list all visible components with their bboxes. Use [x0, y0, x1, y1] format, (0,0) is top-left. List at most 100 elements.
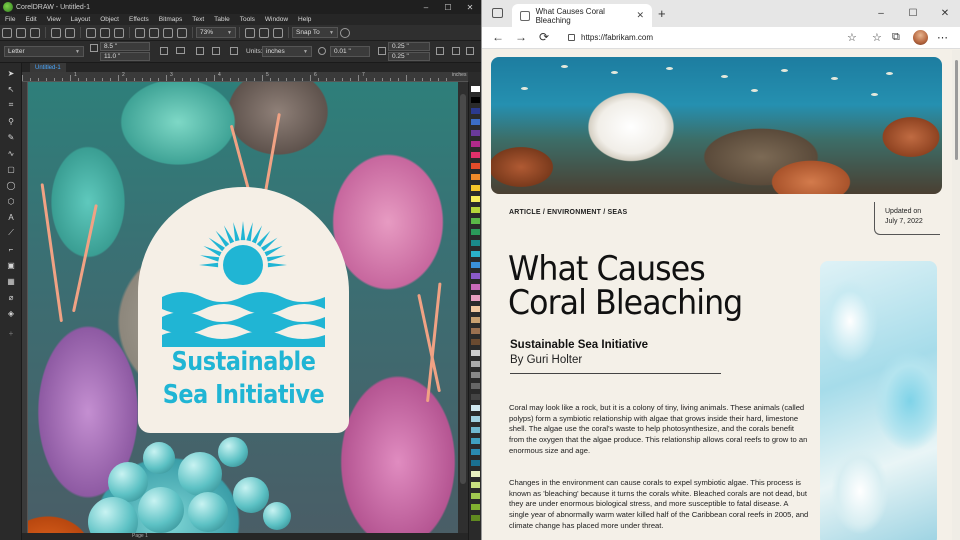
palette-swatch[interactable] — [471, 174, 480, 180]
palette-swatch[interactable] — [471, 471, 480, 477]
parallel-dimension-tool-icon[interactable]: ⟋ — [5, 227, 17, 239]
print-icon[interactable] — [86, 27, 96, 38]
transparency-tool-icon[interactable]: ▦ — [5, 275, 17, 287]
drop-shadow-tool-icon[interactable]: ▣ — [5, 259, 17, 271]
settings-menu-icon[interactable]: ⋯ — [937, 31, 948, 44]
corel-maximize-button[interactable]: ☐ — [437, 3, 459, 12]
freehand-tool-icon[interactable]: ✎ — [5, 131, 17, 143]
show-grid-icon[interactable] — [273, 27, 283, 38]
save-icon[interactable] — [30, 27, 40, 38]
crop-tool-icon[interactable]: ⌗ — [5, 99, 17, 111]
show-rulers-icon[interactable] — [259, 27, 269, 38]
palette-swatch[interactable] — [471, 251, 480, 257]
palette-swatch[interactable] — [471, 372, 480, 378]
zoom-level-combo[interactable]: 73% ▼ — [196, 27, 236, 38]
menu-bitmaps[interactable]: Bitmaps — [154, 16, 187, 23]
palette-swatch[interactable] — [471, 273, 480, 279]
scrollbar-thumb[interactable] — [955, 60, 958, 160]
import-icon[interactable] — [149, 27, 159, 38]
palette-swatch[interactable] — [471, 152, 480, 158]
duplicate-y-field[interactable]: 0.25 " — [388, 52, 430, 61]
page-width-field[interactable]: 8.5 " — [100, 42, 150, 51]
palette-swatch[interactable] — [471, 86, 480, 92]
ellipse-tool-icon[interactable]: ◯ — [5, 179, 17, 191]
landscape-icon[interactable] — [176, 47, 185, 54]
refresh-button[interactable]: ⟳ — [539, 30, 549, 44]
palette-swatch[interactable] — [471, 196, 480, 202]
canvas-vertical-scrollbar[interactable] — [458, 82, 468, 540]
tab-actions-icon[interactable] — [492, 8, 503, 18]
page-scrollbar[interactable] — [952, 50, 960, 540]
menu-edit[interactable]: Edit — [20, 16, 41, 23]
palette-swatch[interactable] — [471, 218, 480, 224]
menu-text[interactable]: Text — [187, 16, 209, 23]
scrollbar-thumb[interactable] — [460, 94, 466, 484]
palette-swatch[interactable] — [471, 284, 480, 290]
palette-swatch[interactable] — [471, 438, 480, 444]
shape-tool-icon[interactable]: ↖ — [5, 83, 17, 95]
grid-options-icon[interactable] — [466, 47, 474, 55]
palette-swatch[interactable] — [471, 163, 480, 169]
browser-tab-active[interactable]: What Causes Coral Bleaching ✕ — [512, 4, 652, 27]
new-tab-button[interactable]: + — [658, 6, 666, 21]
palette-swatch[interactable] — [471, 306, 480, 312]
horizontal-ruler[interactable]: 1 2 3 4 5 6 7 — [22, 72, 468, 82]
add-tool-icon[interactable]: + — [5, 327, 17, 339]
palette-swatch[interactable] — [471, 262, 480, 268]
rectangle-tool-icon[interactable]: ▢ — [5, 163, 17, 175]
export-icon[interactable] — [163, 27, 173, 38]
text-tool-icon[interactable]: A — [5, 211, 17, 223]
menu-help[interactable]: Help — [293, 16, 316, 23]
document-tab[interactable]: Untitled-1 — [30, 63, 66, 72]
snap-to-combo[interactable]: Snap To ▼ — [292, 27, 338, 38]
cloud-upload-icon[interactable] — [51, 27, 61, 38]
palette-swatch[interactable] — [471, 416, 480, 422]
palette-swatch[interactable] — [471, 361, 480, 367]
palette-swatch[interactable] — [471, 383, 480, 389]
menu-table[interactable]: Table — [209, 16, 235, 23]
polygon-tool-icon[interactable]: ⬡ — [5, 195, 17, 207]
palette-swatch[interactable] — [471, 449, 480, 455]
corel-minimize-button[interactable]: – — [415, 3, 437, 12]
eyedropper-tool-icon[interactable]: ⌀ — [5, 291, 17, 303]
tab-close-icon[interactable]: ✕ — [636, 10, 644, 21]
menu-tools[interactable]: Tools — [235, 16, 260, 23]
open-icon[interactable] — [16, 27, 26, 38]
interactive-fill-tool-icon[interactable]: ◈ — [5, 307, 17, 319]
redo-icon[interactable] — [114, 27, 124, 38]
palette-swatch[interactable] — [471, 405, 480, 411]
palette-swatch[interactable] — [471, 460, 480, 466]
bleed-icon[interactable] — [230, 47, 238, 55]
palette-swatch[interactable] — [471, 185, 480, 191]
palette-swatch[interactable] — [471, 350, 480, 356]
palette-swatch[interactable] — [471, 394, 480, 400]
profile-avatar[interactable] — [913, 30, 928, 45]
palette-swatch[interactable] — [471, 493, 480, 499]
cloud-download-icon[interactable] — [65, 27, 75, 38]
lock-icon[interactable] — [568, 34, 575, 41]
palette-swatch[interactable] — [471, 295, 480, 301]
article-breadcrumb[interactable]: ARTICLE / ENVIRONMENT / SEAS — [509, 209, 627, 216]
menu-window[interactable]: Window — [260, 16, 293, 23]
current-page-icon[interactable] — [212, 47, 220, 55]
palette-swatch[interactable] — [471, 207, 480, 213]
undo-icon[interactable] — [100, 27, 110, 38]
add-favorite-star-icon[interactable]: ☆ — [847, 31, 857, 44]
palette-swatch[interactable] — [471, 317, 480, 323]
menu-view[interactable]: View — [42, 16, 66, 23]
fullscreen-icon[interactable] — [245, 27, 255, 38]
palette-swatch[interactable] — [471, 119, 480, 125]
menu-object[interactable]: Object — [95, 16, 124, 23]
corel-close-button[interactable]: ✕ — [459, 3, 481, 12]
duplicate-x-field[interactable]: 0.25 " — [388, 42, 430, 51]
page-height-field[interactable]: 11.0 " — [100, 52, 150, 61]
units-combo[interactable]: inches ▼ — [262, 46, 312, 57]
palette-swatch[interactable] — [471, 339, 480, 345]
new-document-icon[interactable] — [2, 27, 12, 38]
palette-swatch[interactable] — [471, 515, 480, 521]
browser-close-button[interactable]: ✕ — [929, 8, 960, 19]
palette-swatch[interactable] — [471, 229, 480, 235]
palette-swatch[interactable] — [471, 97, 480, 103]
nudge-distance-field[interactable]: 0.01 " — [330, 46, 370, 57]
connector-tool-icon[interactable]: ⌐ — [5, 243, 17, 255]
